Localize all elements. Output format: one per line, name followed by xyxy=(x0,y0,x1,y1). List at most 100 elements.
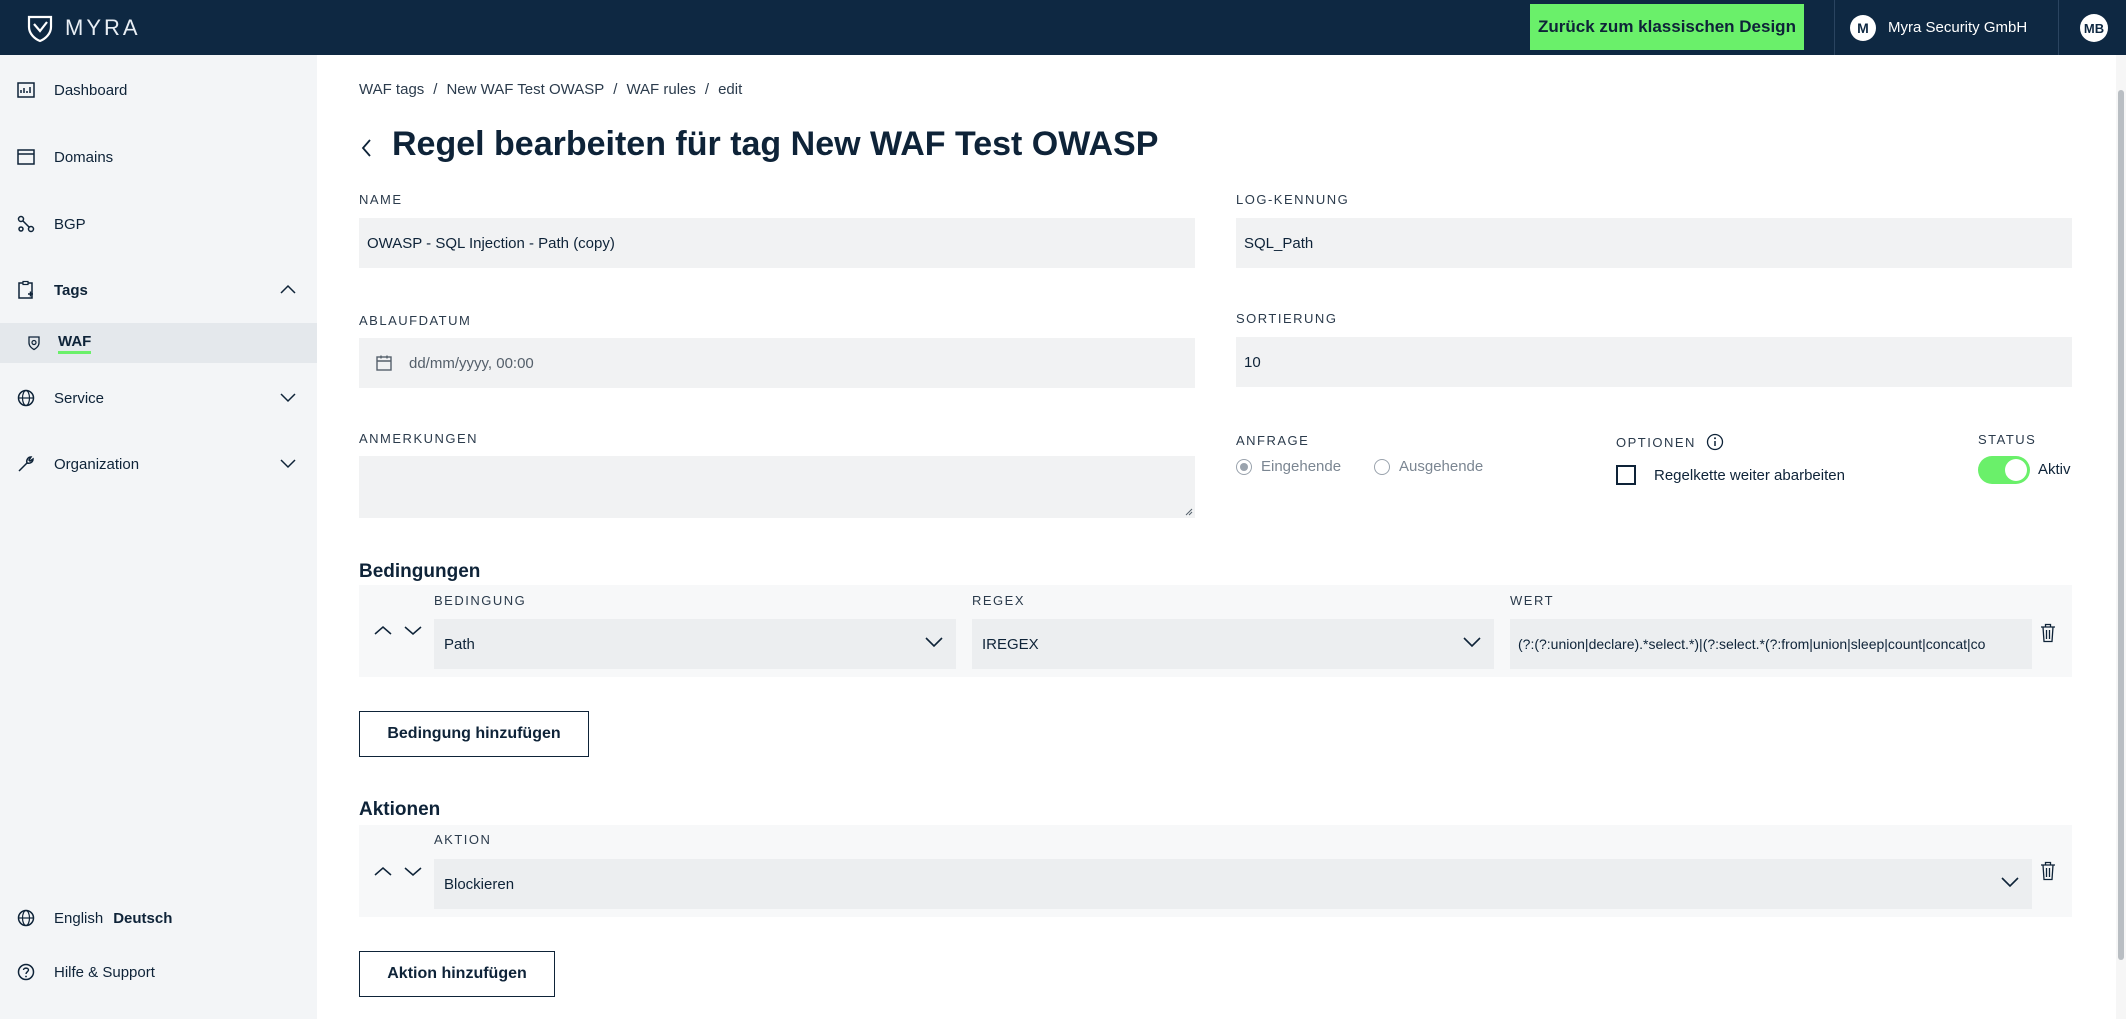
request-label: ANFRAGE xyxy=(1236,433,1310,448)
move-up-icon[interactable] xyxy=(373,623,393,641)
info-icon[interactable] xyxy=(1706,433,1724,451)
sidebar-item-label: Service xyxy=(54,389,105,407)
user-avatar[interactable]: MB xyxy=(2080,14,2108,42)
action-value: Blockieren xyxy=(444,875,515,893)
radio-checked-icon xyxy=(1236,458,1252,475)
sidebar-item-domains[interactable]: Domains xyxy=(0,132,317,182)
sort-label: SORTIERUNG xyxy=(1236,311,1338,326)
notes-label: ANMERKUNGEN xyxy=(359,431,479,446)
value-text: (?:(?:union|declare).*select.*)|(?:selec… xyxy=(1518,636,1986,652)
options-label: OPTIONEN xyxy=(1616,434,1696,450)
options-label-row: OPTIONEN xyxy=(1616,433,1724,451)
resize-handle-icon[interactable] xyxy=(1185,508,1193,516)
breadcrumb-link[interactable]: WAF tags xyxy=(359,81,424,98)
request-outgoing-radio[interactable]: Ausgehende xyxy=(1374,458,1483,475)
action-col-label: AKTION xyxy=(434,832,492,847)
value-col-label: WERT xyxy=(1510,593,1555,608)
status-label: STATUS xyxy=(1978,432,2037,447)
actions-heading: Aktionen xyxy=(359,799,441,820)
sidebar-item-bgp[interactable]: BGP xyxy=(0,199,317,249)
delete-condition-button[interactable] xyxy=(2040,623,2056,648)
help-support-link[interactable]: Hilfe & Support xyxy=(0,962,155,982)
chevron-down-icon xyxy=(279,390,297,407)
breadcrumb: WAF tags / New WAF Test OWASP / WAF rules / ed… xyxy=(359,81,743,98)
help-label: Hilfe & Support xyxy=(54,963,155,981)
wrench-icon xyxy=(16,454,36,474)
radio-unchecked-icon xyxy=(1374,458,1390,475)
regex-col-label: REGEX xyxy=(972,593,1026,608)
expiry-placeholder: dd/mm/yyyy, 00:00 xyxy=(409,354,534,372)
breadcrumb-link[interactable]: WAF rules xyxy=(626,81,695,98)
chevron-down-icon xyxy=(279,456,297,473)
globe-icon xyxy=(16,908,36,928)
checkbox-box xyxy=(1616,465,1636,485)
sidebar-item-service[interactable]: Service xyxy=(0,373,317,423)
breadcrumb-current: edit xyxy=(718,81,743,98)
conditions-heading: Bedingungen xyxy=(359,561,481,582)
move-down-icon[interactable] xyxy=(403,623,423,641)
log-id-field[interactable]: SQL_Path xyxy=(1236,218,2072,268)
sidebar: Dashboard Domains BGP Tags WAF Service O… xyxy=(0,55,317,1019)
brand-logo[interactable]: MYRA xyxy=(25,13,141,43)
radio-label: Eingehende xyxy=(1261,458,1342,475)
classic-design-button[interactable]: Zurück zum klassischen Design xyxy=(1530,4,1804,50)
sidebar-item-organization[interactable]: Organization xyxy=(0,439,317,489)
shield-gear-icon xyxy=(26,335,42,351)
sidebar-item-dashboard[interactable]: Dashboard xyxy=(0,65,317,115)
sidebar-item-tags[interactable]: Tags xyxy=(0,265,317,315)
name-field[interactable]: OWASP - SQL Injection - Path (copy) xyxy=(359,218,1195,268)
trash-icon xyxy=(2041,623,2055,643)
back-button[interactable] xyxy=(359,135,373,166)
language-deutsch[interactable]: Deutsch xyxy=(113,910,172,927)
add-action-button[interactable]: Aktion hinzufügen xyxy=(359,951,555,997)
expiry-date-field[interactable]: dd/mm/yyyy, 00:00 xyxy=(359,338,1195,388)
value-input[interactable]: (?:(?:union|declare).*select.*)|(?:selec… xyxy=(1510,619,2032,669)
expiry-label: ABLAUFDATUM xyxy=(359,313,472,328)
log-id-label: LOG-KENNUNG xyxy=(1236,192,1350,207)
dashboard-icon xyxy=(16,80,36,100)
org-name: Myra Security GmbH xyxy=(1888,19,2028,36)
scrollbar[interactable] xyxy=(2116,55,2126,1019)
regex-select[interactable]: IREGEX xyxy=(972,619,1494,669)
add-condition-button[interactable]: Bedingung hinzufügen xyxy=(359,711,589,757)
window-icon xyxy=(16,147,36,167)
brand-name: MYRA xyxy=(65,14,141,40)
top-bar: MYRA Zurück zum klassischen Design M Myr… xyxy=(0,0,2126,55)
sidebar-item-label: Domains xyxy=(54,148,114,166)
trash-icon xyxy=(2041,861,2055,881)
help-icon xyxy=(16,962,36,982)
delete-action-button[interactable] xyxy=(2040,861,2056,886)
request-incoming-radio[interactable]: Eingehende xyxy=(1236,458,1341,475)
scrollbar-thumb[interactable] xyxy=(2118,90,2124,960)
chevron-up-icon xyxy=(279,282,297,299)
condition-reorder xyxy=(373,623,423,641)
tag-clipboard-icon xyxy=(16,280,36,300)
sidebar-item-label: Tags xyxy=(54,281,88,299)
network-icon xyxy=(16,214,36,234)
notes-textarea[interactable] xyxy=(359,456,1195,518)
language-switcher: English Deutsch xyxy=(0,908,172,928)
sidebar-item-label: Dashboard xyxy=(54,81,128,99)
sidebar-item-label: BGP xyxy=(54,215,86,233)
org-avatar: M xyxy=(1850,14,1876,41)
status-toggle[interactable] xyxy=(1978,456,2030,484)
calendar-icon xyxy=(375,354,393,372)
condition-col-label: BEDINGUNG xyxy=(434,593,527,608)
move-up-icon[interactable] xyxy=(373,864,393,882)
divider xyxy=(2058,0,2059,55)
sidebar-item-waf[interactable]: WAF xyxy=(0,323,317,363)
org-switcher[interactable]: M Myra Security GmbH xyxy=(1850,0,2027,55)
language-english[interactable]: English xyxy=(54,910,103,927)
sidebar-sub-label: WAF xyxy=(58,333,92,354)
move-down-icon[interactable] xyxy=(403,864,423,882)
page-title: Regel bearbeiten für tag New WAF Test OW… xyxy=(392,125,1159,163)
shield-logo-icon xyxy=(27,15,53,42)
main-content: WAF tags / New WAF Test OWASP / WAF rules / ed… xyxy=(317,55,2126,1019)
action-select[interactable]: Blockieren xyxy=(434,859,2032,909)
divider xyxy=(1834,0,1835,55)
condition-select[interactable]: Path xyxy=(434,619,956,669)
chevron-down-icon xyxy=(2000,875,2020,893)
sort-field[interactable]: 10 xyxy=(1236,337,2072,387)
breadcrumb-link[interactable]: New WAF Test OWASP xyxy=(446,81,604,98)
continue-chain-checkbox[interactable]: Regelkette weiter abarbeiten xyxy=(1616,465,1845,485)
